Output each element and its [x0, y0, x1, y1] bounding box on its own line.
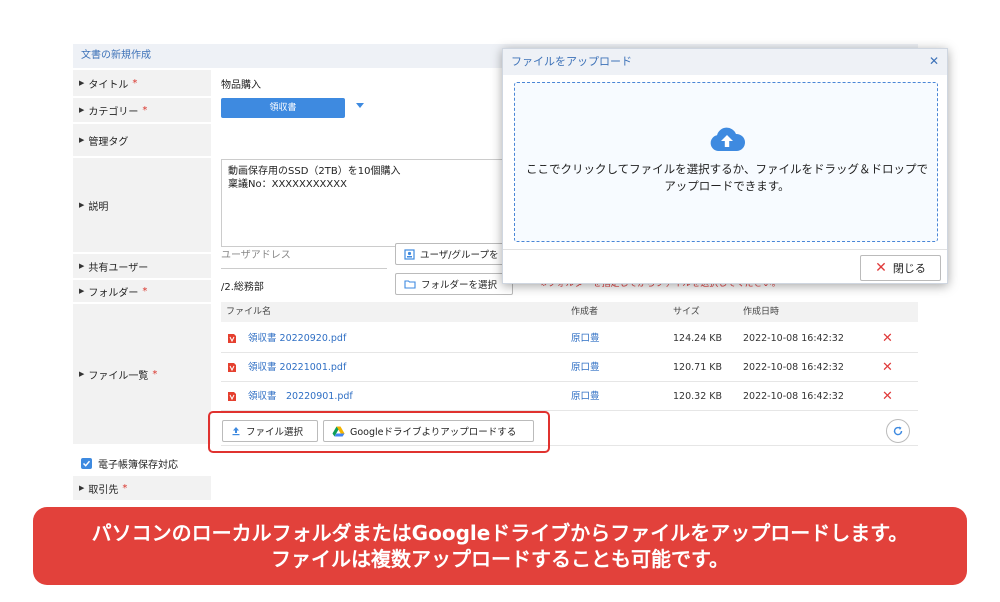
drop-zone-text: ここでクリックしてファイルを選択するか、ファイルをドラッグ＆ドロップでアップロー… — [526, 162, 928, 193]
delete-icon[interactable]: ✕ — [882, 353, 893, 382]
col-size: サイズ — [673, 307, 700, 317]
pdf-icon — [228, 392, 236, 401]
refresh-icon — [893, 426, 903, 436]
upload-dialog: ファイルをアップロード ✕ ここでクリックしてファイルを選択するか、ファイルをド… — [502, 48, 948, 284]
ebook-label: 電子帳簿保存対応 — [98, 460, 178, 471]
cloud-upload-icon — [710, 127, 746, 151]
caption-line-2: ファイルは複数アップロードすることも可能です。 — [271, 547, 729, 571]
desc-label: ▶ 説明 — [73, 158, 211, 252]
folder-label: ▶ フォルダー * — [73, 280, 211, 302]
ebook-checkbox-row[interactable]: 電子帳簿保存対応 — [81, 456, 178, 471]
category-select[interactable]: 領収書 — [221, 98, 345, 118]
file-size: 120.32 KB — [673, 391, 723, 402]
user-group-icon — [404, 248, 415, 260]
file-date: 2022-10-08 16:42:32 — [743, 391, 844, 402]
file-size: 124.24 KB — [673, 333, 723, 344]
folder-icon — [404, 280, 416, 289]
table-row[interactable]: 領収書 20220901.pdf 原口豊 120.32 KB 2022-10-0… — [221, 382, 918, 411]
category-label: ▶ カテゴリー * — [73, 98, 211, 122]
close-button[interactable]: ✕ 閉じる — [860, 255, 941, 281]
select-user-group-button[interactable]: ユーザ/グループを — [395, 243, 513, 265]
drop-zone[interactable]: ここでクリックしてファイルを選択するか、ファイルをドラッグ＆ドロップでアップロー… — [514, 82, 938, 242]
table-row[interactable]: 領収書 20221001.pdf 原口豊 120.71 KB 2022-10-0… — [221, 353, 918, 382]
title-label: ▶ タイトル * — [73, 70, 211, 96]
close-icon: ✕ — [875, 260, 887, 276]
refresh-button[interactable] — [886, 419, 910, 443]
tag-label: ▶ 管理タグ — [73, 124, 211, 156]
file-size: 120.71 KB — [673, 362, 723, 373]
table-row[interactable]: 領収書 20220920.pdf 原口豊 124.24 KB 2022-10-0… — [221, 324, 918, 353]
file-table-header: ファイル名 作成者 サイズ 作成日時 — [221, 302, 918, 322]
file-date: 2022-10-08 16:42:32 — [743, 362, 844, 373]
share-label: ▶ 共有ユーザー — [73, 254, 211, 278]
close-icon[interactable]: ✕ — [929, 54, 939, 68]
description-textarea[interactable]: 動画保存用のSSD（2TB）を10個購入 稟議No：XXXXXXXXXXX — [221, 159, 511, 247]
caption-line-1: パソコンのローカルフォルダまたはGoogleドライブからファイルをアップロードし… — [91, 521, 909, 545]
file-name-link[interactable]: 領収書 20220920.pdf — [248, 324, 346, 353]
delete-icon[interactable]: ✕ — [882, 382, 893, 411]
files-label: ▶ ファイル一覧 * — [73, 304, 211, 444]
dialog-divider — [503, 249, 947, 250]
dialog-title: ファイルをアップロード — [503, 49, 947, 75]
col-author: 作成者 — [571, 307, 599, 317]
select-folder-button[interactable]: フォルダーを選択 — [395, 273, 513, 295]
share-user-input[interactable]: ユーザアドレス — [221, 243, 387, 269]
pdf-icon — [228, 334, 236, 343]
highlight-frame — [208, 411, 550, 453]
col-date: 作成日時 — [743, 307, 780, 317]
col-filename: ファイル名 — [226, 307, 272, 317]
author-link[interactable]: 原口豊 — [571, 324, 600, 353]
checkbox-icon[interactable] — [81, 458, 92, 469]
pdf-icon — [228, 363, 236, 372]
file-name-link[interactable]: 領収書 20220901.pdf — [248, 382, 353, 411]
delete-icon[interactable]: ✕ — [882, 324, 893, 353]
partner-label: ▶ 取引先 * — [73, 476, 211, 500]
file-date: 2022-10-08 16:42:32 — [743, 333, 844, 344]
folder-value: /2.総務部 — [221, 282, 264, 293]
author-link[interactable]: 原口豊 — [571, 353, 600, 382]
file-name-link[interactable]: 領収書 20221001.pdf — [248, 353, 346, 382]
chevron-down-icon[interactable] — [356, 103, 364, 108]
author-link[interactable]: 原口豊 — [571, 382, 600, 411]
title-value[interactable]: 物品購入 — [221, 76, 261, 91]
caption-banner: パソコンのローカルフォルダまたはGoogleドライブからファイルをアップロードし… — [33, 507, 967, 585]
